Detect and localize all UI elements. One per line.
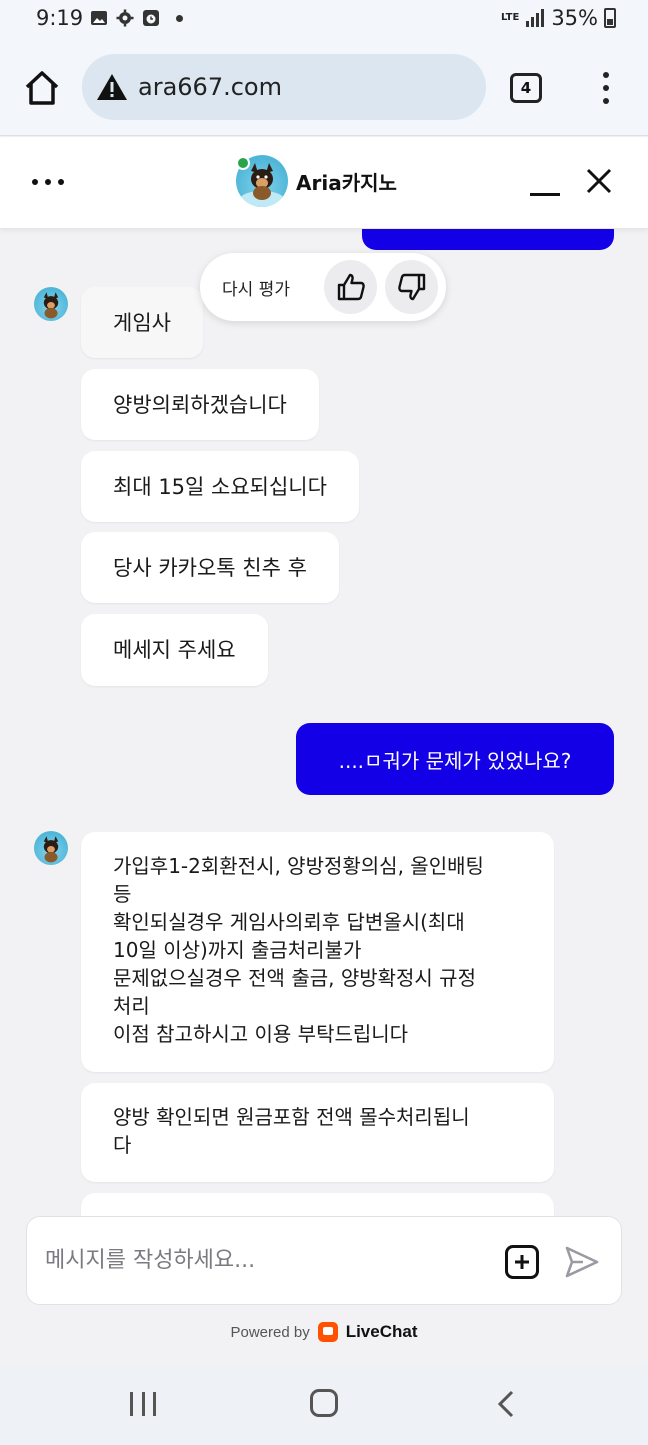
rating-label: 다시 평가 <box>222 279 290 300</box>
agent-message: 메세지 주세요 <box>81 614 268 686</box>
close-icon[interactable] <box>584 166 614 196</box>
dog-avatar-icon <box>43 836 59 863</box>
agent-message: 당사 카카오톡 친추 후 <box>81 532 339 603</box>
network-type: LTE <box>500 12 520 23</box>
conversation[interactable]: 다시 평가 게임사 양방의뢰하겠습니다 최대 15일 소요되십니다 당사 카카오… <box>0 229 648 1216</box>
powered-by: Powered by LiveChat <box>0 1322 648 1342</box>
status-time: 9:19 <box>36 6 84 30</box>
signal-icon <box>526 9 545 27</box>
home-icon[interactable] <box>22 68 62 108</box>
recent-apps-icon[interactable] <box>130 1392 156 1416</box>
thumbs-up-icon <box>337 273 365 301</box>
send-icon[interactable] <box>563 1243 601 1281</box>
clock-icon <box>143 10 159 26</box>
agent-message: 게임사 <box>81 287 203 358</box>
rating-popup: 다시 평가 <box>200 253 446 321</box>
agent-message: 가입후1-2회환전시, 양방정황의심, 올인배팅 등 확인되실경우 게임사의뢰후… <box>81 832 554 1072</box>
back-icon[interactable] <box>494 1390 518 1418</box>
system-nav-bar <box>0 1364 648 1445</box>
gear-icon <box>116 9 134 27</box>
minimize-icon[interactable] <box>528 176 562 196</box>
status-right: LTE 35% <box>501 6 616 30</box>
livechat-brand[interactable]: LiveChat <box>346 1322 418 1342</box>
composer <box>26 1216 622 1305</box>
agent-message-partial <box>81 1193 554 1216</box>
chat-title: Aria카지노 <box>296 170 397 195</box>
agent-avatar <box>34 287 68 321</box>
address-bar[interactable]: ara667.com <box>82 54 486 120</box>
livechat-logo-icon <box>317 1322 338 1342</box>
browser-toolbar: ara667.com 4 <box>0 40 648 136</box>
powered-by-label: Powered by <box>230 1323 310 1341</box>
message-input[interactable] <box>45 1248 485 1273</box>
thumbs-down-icon <box>397 273 425 301</box>
dot-icon <box>176 14 183 22</box>
home-nav-icon[interactable] <box>310 1389 338 1417</box>
composer-area: Powered by LiveChat <box>0 1216 648 1364</box>
url-text[interactable]: ara667.com <box>138 73 282 101</box>
tabs-icon[interactable]: 4 <box>510 73 542 103</box>
chat-brand: Aria카지노 <box>236 155 397 207</box>
user-message-previous <box>362 229 614 250</box>
agent-message: 양방의뢰하겠습니다 <box>81 369 319 440</box>
user-message: ....ㅁ궈가 문제가 있었나요? <box>296 723 614 795</box>
thumbs-down-button[interactable] <box>385 260 438 314</box>
agent-message: 최대 15일 소요되십니다 <box>81 451 359 522</box>
kebab-menu-icon[interactable] <box>598 72 614 104</box>
add-attachment-icon[interactable] <box>505 1245 539 1279</box>
agent-message: 양방 확인되면 원금포함 전액 몰수처리됩니 다 <box>81 1083 554 1182</box>
warning-icon[interactable] <box>96 72 128 102</box>
thumbs-up-button[interactable] <box>324 260 378 314</box>
more-icon[interactable] <box>32 179 64 185</box>
battery-icon <box>604 8 616 28</box>
image-icon <box>91 11 107 25</box>
agent-avatar <box>34 831 68 865</box>
dog-avatar-icon <box>43 292 59 319</box>
online-status-dot <box>236 156 250 170</box>
battery-percent: 35% <box>551 6 598 30</box>
status-bar: 9:19 LTE 35% <box>0 0 648 40</box>
status-notification-icons <box>90 9 183 27</box>
